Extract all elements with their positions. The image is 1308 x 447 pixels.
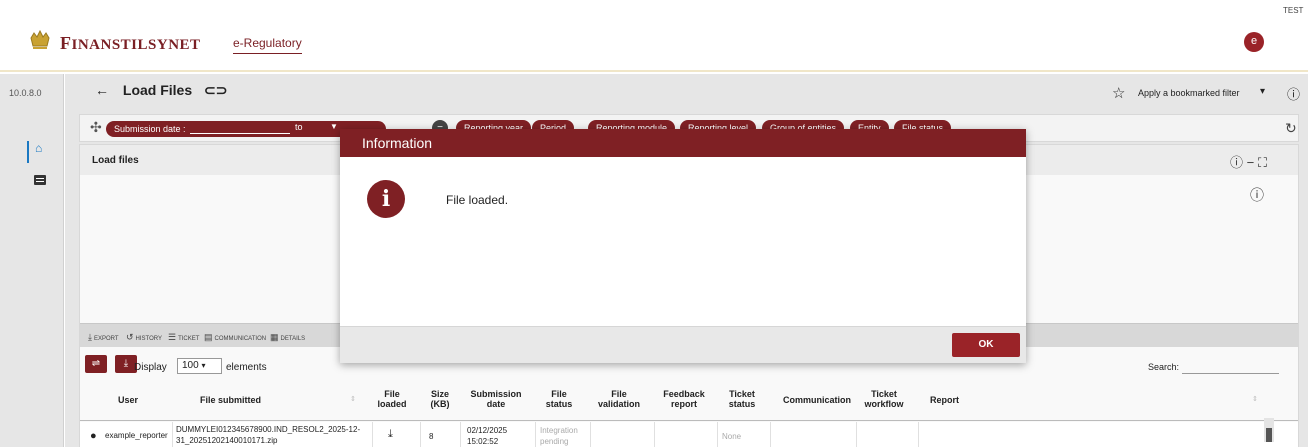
submission-date-label: Submission date :: [114, 124, 186, 134]
scrollbar-thumb[interactable]: [1266, 428, 1272, 442]
column-user[interactable]: User: [118, 395, 138, 405]
sort-icon[interactable]: ⇕: [350, 395, 356, 403]
column-divider: [918, 422, 919, 447]
details-icon: ▦: [270, 332, 279, 342]
table-header: User File submitted ⇕ File loaded Size (…: [80, 381, 1298, 421]
chevron-down-icon[interactable]: ▼: [330, 122, 338, 131]
column-file-validation[interactable]: File validation: [595, 389, 643, 409]
ok-button[interactable]: OK: [952, 333, 1020, 357]
filter-icon[interactable]: ✣: [90, 119, 102, 136]
brand-name: FINANSTILSYNET: [60, 33, 201, 53]
history-icon: ↺: [126, 332, 134, 342]
column-divider: [654, 422, 655, 447]
user-icon: ●: [90, 430, 97, 442]
column-feedback-report[interactable]: Feedback report: [660, 389, 708, 409]
column-divider: [372, 422, 373, 447]
column-divider: [460, 422, 461, 447]
help-icon[interactable]: ⓘ: [1287, 84, 1300, 103]
back-arrow-icon[interactable]: ←: [95, 82, 109, 98]
collapse-button[interactable]: ⇌: [85, 355, 107, 373]
to-label: to: [295, 122, 303, 132]
search-input[interactable]: [1182, 354, 1279, 374]
column-divider: [717, 422, 718, 447]
information-dialog: Information i File loaded. OK: [340, 129, 1026, 363]
sort-icon[interactable]: ⇕: [1252, 395, 1258, 403]
column-report[interactable]: Report: [930, 395, 959, 405]
link-icon[interactable]: ⊂⊃: [204, 82, 227, 98]
search-label: Search:: [1148, 362, 1180, 372]
column-divider: [535, 422, 536, 447]
communication-button[interactable]: ▤ COMMUNICATION: [204, 332, 266, 343]
crown-logo-icon: [30, 29, 50, 49]
column-divider: [590, 422, 591, 447]
table-row[interactable]: ● example_reporter DUMMYLEI012345678900.…: [80, 422, 1298, 447]
cell-size: 8: [429, 432, 434, 441]
history-button[interactable]: ↺ HISTORY: [126, 332, 162, 343]
star-icon[interactable]: ☆: [1112, 84, 1125, 102]
date-from-field[interactable]: [190, 133, 290, 134]
avatar[interactable]: e: [1244, 32, 1264, 52]
chevron-down-icon[interactable]: ▾: [1260, 86, 1265, 97]
page-title: Load Files: [122, 82, 193, 98]
chevron-down-icon: ▾: [201, 361, 206, 370]
refresh-icon[interactable]: ↻: [1285, 120, 1297, 137]
cell-user: example_reporter: [105, 431, 168, 440]
cell-file-submitted: DUMMYLEI012345678900.IND_RESOL2_2025-12-…: [176, 425, 361, 445]
home-icon[interactable]: ⌂: [27, 141, 51, 163]
dialog-footer: OK: [340, 326, 1026, 363]
info-icon: i: [367, 180, 405, 218]
display-label: Display: [134, 362, 167, 373]
communication-icon: ▤: [204, 332, 213, 342]
column-divider: [770, 422, 771, 447]
cell-ticket-status: None: [722, 432, 742, 441]
bookmark-filter-select[interactable]: Apply a bookmarked filter: [1138, 88, 1240, 98]
panel-controls[interactable]: ⓘ − ⛶: [1230, 152, 1267, 171]
column-submission-date[interactable]: Submission date: [468, 389, 524, 409]
column-ticket-workflow[interactable]: Ticket workflow: [862, 389, 906, 409]
e-regulatory-link[interactable]: e-Regulatory: [233, 36, 302, 54]
download-icon[interactable]: ⤓: [388, 428, 393, 441]
page-title-row: ← Load Files ⊂⊃: [95, 82, 227, 99]
export-button[interactable]: ⤓ EXPORT: [88, 332, 119, 343]
dialog-message: File loaded.: [446, 193, 509, 207]
version-label: 10.0.8.0: [9, 88, 42, 98]
column-divider: [172, 422, 173, 447]
environment-label: TEST: [1283, 6, 1304, 15]
column-communication[interactable]: Communication: [782, 395, 852, 405]
column-divider: [420, 422, 421, 447]
column-size[interactable]: Size (KB): [424, 389, 456, 409]
page-size-select[interactable]: 100 ▾: [177, 358, 222, 374]
panel-title: Load files: [92, 155, 139, 166]
column-ticket-status[interactable]: Ticket status: [722, 389, 762, 409]
download-icon: ⤓: [88, 332, 92, 342]
chat-icon[interactable]: [34, 175, 46, 185]
column-file-status[interactable]: File status: [540, 389, 578, 409]
details-button[interactable]: ▦ DETAILS: [270, 332, 305, 343]
column-file-submitted[interactable]: File submitted: [200, 395, 261, 405]
column-file-loaded[interactable]: File loaded: [377, 389, 407, 409]
ticket-button[interactable]: ☰ TICKET: [168, 332, 199, 343]
ticket-icon: ☰: [168, 332, 177, 342]
top-bar: FINANSTILSYNET e-Regulatory TEST e: [0, 0, 1308, 72]
cell-file-status: Integration pending: [540, 426, 578, 446]
dialog-title: Information: [340, 129, 1026, 157]
help-icon[interactable]: ⓘ: [1250, 185, 1264, 205]
cell-submission-date: 02/12/2025 15:02:52: [467, 426, 508, 446]
sidebar: 10.0.8.0 ⌂: [0, 74, 64, 447]
column-divider: [856, 422, 857, 447]
scrollbar[interactable]: [1264, 418, 1274, 442]
elements-label: elements: [226, 362, 267, 373]
